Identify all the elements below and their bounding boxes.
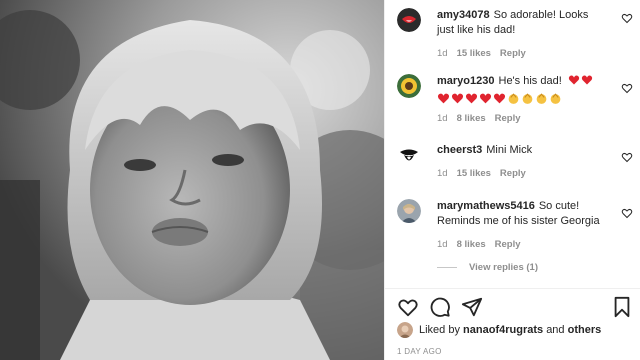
post-actions (397, 296, 633, 318)
like-comment-heart-icon[interactable] (621, 82, 633, 94)
comment-time[interactable]: 1d (437, 48, 448, 59)
red-heart-emoji-icon (493, 93, 506, 103)
liked-by-conjunction: and (546, 324, 565, 336)
comment-time[interactable]: 1d (437, 113, 448, 124)
comment-item: maryo1230 He's his dad! 1d 8 likes Reply (397, 74, 633, 130)
woman-photo-avatar[interactable] (397, 199, 421, 223)
comment-username[interactable]: maryo1230 (437, 75, 495, 87)
like-comment-heart-icon[interactable] (621, 207, 633, 219)
like-comment-heart-icon[interactable] (621, 12, 633, 24)
comment-time[interactable]: 1d (437, 168, 448, 179)
sunflower-avatar[interactable] (397, 74, 421, 98)
liked-by-others[interactable]: others (568, 324, 602, 336)
view-replies-label: View replies (1) (469, 262, 538, 273)
red-heart-emoji-icon (465, 93, 478, 103)
clapping-hands-emoji-icon (536, 92, 547, 104)
reply-button[interactable]: Reply (495, 239, 521, 250)
comment-username[interactable]: marymathews5416 (437, 200, 535, 212)
comment-likes[interactable]: 15 likes (457, 48, 491, 59)
post-timestamp[interactable]: 1 DAY AGO (397, 347, 442, 356)
liker-avatar[interactable] (397, 322, 413, 338)
comment-icon[interactable] (429, 296, 451, 318)
comment-text: Mini Mick (486, 144, 533, 156)
red-heart-emoji-icon (581, 75, 592, 85)
photo-child-portrait (0, 0, 384, 360)
comment-item: cheerst3 Mini Mick 1d 15 likes Reply (397, 143, 633, 183)
reply-button[interactable]: Reply (500, 48, 526, 59)
reply-button[interactable]: Reply (500, 168, 526, 179)
comment-time[interactable]: 1d (437, 239, 448, 250)
comment-likes[interactable]: 8 likes (457, 113, 486, 124)
comment-likes[interactable]: 15 likes (457, 168, 491, 179)
red-heart-emoji-icon (568, 75, 579, 85)
tongue-logo-avatar[interactable] (397, 143, 421, 167)
comment-item: amy34078 So adorable! Looks just like his… (397, 8, 633, 64)
view-replies-button[interactable]: View replies (1) (437, 262, 538, 273)
clapping-hands-emoji-icon (522, 92, 533, 104)
red-heart-emoji-icon (437, 93, 450, 103)
bookmark-icon[interactable] (611, 296, 633, 318)
emoji-line (437, 91, 607, 105)
red-heart-emoji-icon (479, 93, 492, 103)
liked-by-user[interactable]: nanaof4rugrats (463, 324, 543, 336)
liked-by-prefix: Liked by (419, 324, 460, 336)
comments-panel: amy34078 So adorable! Looks just like his… (384, 0, 640, 360)
comment-username[interactable]: amy34078 (437, 9, 490, 21)
comment-item: marymathews5416 So cute! Reminds me of hi… (397, 199, 633, 255)
clapping-hands-emoji-icon (508, 92, 519, 104)
like-comment-heart-icon[interactable] (621, 151, 633, 163)
section-divider (385, 288, 640, 289)
share-icon[interactable] (461, 296, 483, 318)
heart-icon[interactable] (397, 296, 419, 318)
reply-button[interactable]: Reply (495, 113, 521, 124)
red-heart-emoji-icon (451, 93, 464, 103)
rolling-stones-lips-avatar[interactable] (397, 8, 421, 32)
emoji-tail (568, 74, 593, 86)
comment-text: He's his dad! (498, 75, 562, 87)
comment-likes[interactable]: 8 likes (457, 239, 486, 250)
comment-username[interactable]: cheerst3 (437, 144, 482, 156)
post-photo[interactable] (0, 0, 384, 360)
replies-divider-line (437, 267, 457, 268)
liked-by-row: Liked by nanaof4rugrats and others (397, 322, 601, 338)
clapping-hands-emoji-icon (550, 92, 561, 104)
